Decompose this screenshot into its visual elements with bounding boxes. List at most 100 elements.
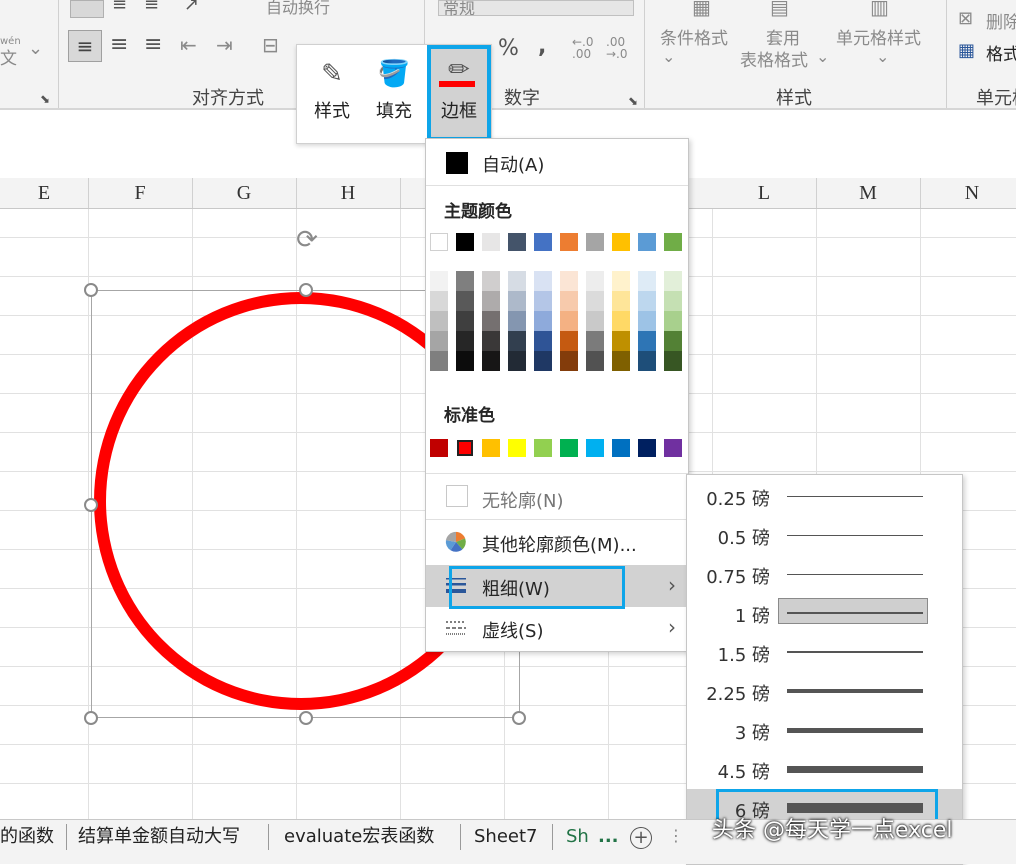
format-cells-icon[interactable]: ▦ [958,40,975,62]
column-header-m[interactable]: M [816,178,921,208]
theme-shade-swatch[interactable] [586,271,604,291]
theme-shade-swatch[interactable] [586,331,604,351]
weight-option-row[interactable]: 0.5 磅 [687,516,962,555]
style-button[interactable]: ✎ 样式 [303,45,361,141]
theme-shade-swatch[interactable] [664,311,682,331]
standard-color-swatch[interactable] [638,439,656,457]
theme-shade-swatch[interactable] [534,311,552,331]
increase-decimal-icon[interactable]: ←.0.00 [572,36,594,60]
weight-option-row[interactable]: 0.75 磅 [687,555,962,594]
theme-shade-swatch[interactable] [482,351,500,371]
standard-color-swatch[interactable] [534,439,552,457]
align-left-button[interactable]: ≡ [68,30,102,62]
chevron-down-icon[interactable]: ⌄ [816,46,829,68]
weight-option-row[interactable]: 2.25 磅 [687,672,962,711]
theme-color-swatch[interactable] [638,233,656,251]
theme-shade-swatch[interactable] [456,291,474,311]
column-header-g[interactable]: G [192,178,297,208]
theme-shade-swatch[interactable] [508,271,526,291]
theme-shade-swatch[interactable] [430,311,448,331]
standard-color-swatch[interactable] [430,439,448,457]
theme-shade-swatch[interactable] [482,291,500,311]
theme-shade-swatch[interactable] [456,311,474,331]
dashes-item[interactable]: 虚线(S) › [426,607,688,649]
theme-shade-swatch[interactable] [664,351,682,371]
theme-shade-swatch[interactable] [534,351,552,371]
more-tabs-button[interactable]: ... [598,820,619,854]
theme-color-swatch[interactable] [534,233,552,251]
weight-option-row[interactable]: 3 磅 [687,711,962,750]
theme-shade-swatch[interactable] [456,351,474,371]
theme-shade-swatch[interactable] [560,291,578,311]
dialog-launcher-icon[interactable]: ⬊ [40,88,50,110]
theme-color-swatch[interactable] [430,233,448,251]
theme-color-swatch[interactable] [508,233,526,251]
theme-shade-swatch[interactable] [430,331,448,351]
theme-shade-swatch[interactable] [612,271,630,291]
theme-color-swatch[interactable] [586,233,604,251]
rotate-handle-icon[interactable]: ⟳ [291,224,323,256]
theme-shade-swatch[interactable] [586,291,604,311]
theme-shade-swatch[interactable] [586,311,604,331]
theme-shade-swatch[interactable] [508,331,526,351]
standard-color-swatch[interactable] [612,439,630,457]
theme-shade-swatch[interactable] [430,271,448,291]
chevron-down-icon[interactable]: ⌄ [28,38,43,60]
decrease-indent-icon[interactable]: ⇤ [180,34,197,56]
auto-color-item[interactable]: 自动(A) [426,141,688,183]
theme-shade-swatch[interactable] [612,311,630,331]
theme-shade-swatch[interactable] [586,351,604,371]
decrease-decimal-icon[interactable]: .00 →.0 [606,36,628,60]
theme-shade-swatch[interactable] [534,291,552,311]
comma-style-button[interactable]: , [538,34,546,59]
column-header-n[interactable]: N [920,178,1016,208]
resize-handle-top-left[interactable] [84,283,98,297]
table-format-button[interactable]: 表格格式 [740,46,808,71]
theme-shade-swatch[interactable] [664,331,682,351]
column-header-e[interactable]: E [0,178,89,208]
border-button[interactable]: ✏ 边框 [427,45,491,141]
theme-shade-swatch[interactable] [664,271,682,291]
theme-shade-swatch[interactable] [560,331,578,351]
theme-shade-swatch[interactable] [508,351,526,371]
theme-shade-swatch[interactable] [430,351,448,371]
theme-shade-swatch[interactable] [482,271,500,291]
theme-shade-swatch[interactable] [560,271,578,291]
no-outline-item[interactable]: 无轮廓(N) [426,477,688,519]
fill-button[interactable]: 🪣 填充 [363,45,425,141]
tab-splitter-icon[interactable]: ⋮ [668,826,684,845]
weight-option-row[interactable]: 1.5 磅 [687,633,962,672]
orientation-icon[interactable]: ↗ [184,0,199,16]
standard-color-swatch[interactable] [508,439,526,457]
theme-color-swatch[interactable] [456,233,474,251]
standard-color-swatch[interactable] [560,439,578,457]
theme-shade-swatch[interactable] [560,351,578,371]
selected-standard-color-swatch[interactable] [456,439,474,457]
weight-option-row[interactable]: 0.25 磅 [687,477,962,516]
column-header-l[interactable]: L [712,178,817,208]
sheet-tab-sheet7[interactable]: Sheet7 [474,820,538,854]
theme-shade-swatch[interactable] [534,331,552,351]
theme-shade-swatch[interactable] [534,271,552,291]
theme-shade-swatch[interactable] [456,331,474,351]
format-cells-button[interactable]: 格式 [986,40,1016,65]
resize-handle-left[interactable] [84,498,98,512]
wrap-text-button[interactable]: 自动换行 [266,0,330,18]
sheet-tab-functions[interactable]: 的函数 [0,820,54,854]
chevron-down-icon[interactable]: ⌄ [876,46,889,68]
theme-shade-swatch[interactable] [482,311,500,331]
percent-style-button[interactable]: % [498,36,519,61]
top-align-button[interactable] [70,0,104,18]
increase-indent-icon[interactable]: ⇥ [216,34,233,56]
bottom-align-icon[interactable]: ≡ [144,0,159,16]
sheet-tab-evaluate[interactable]: evaluate宏表函数 [284,820,434,854]
sheet-tab-active[interactable]: Sh [566,820,589,854]
theme-color-swatch[interactable] [560,233,578,251]
theme-shade-swatch[interactable] [482,331,500,351]
cell-styles-icon[interactable]: ▥ [870,0,889,18]
conditional-format-icon[interactable]: ▦ [692,0,711,18]
middle-align-icon[interactable]: ≡ [112,0,127,16]
sheet-tab-statement[interactable]: 结算单金额自动大写 [78,820,240,854]
align-center-icon[interactable]: ≡ [110,34,128,56]
column-header-f[interactable]: F [88,178,193,208]
